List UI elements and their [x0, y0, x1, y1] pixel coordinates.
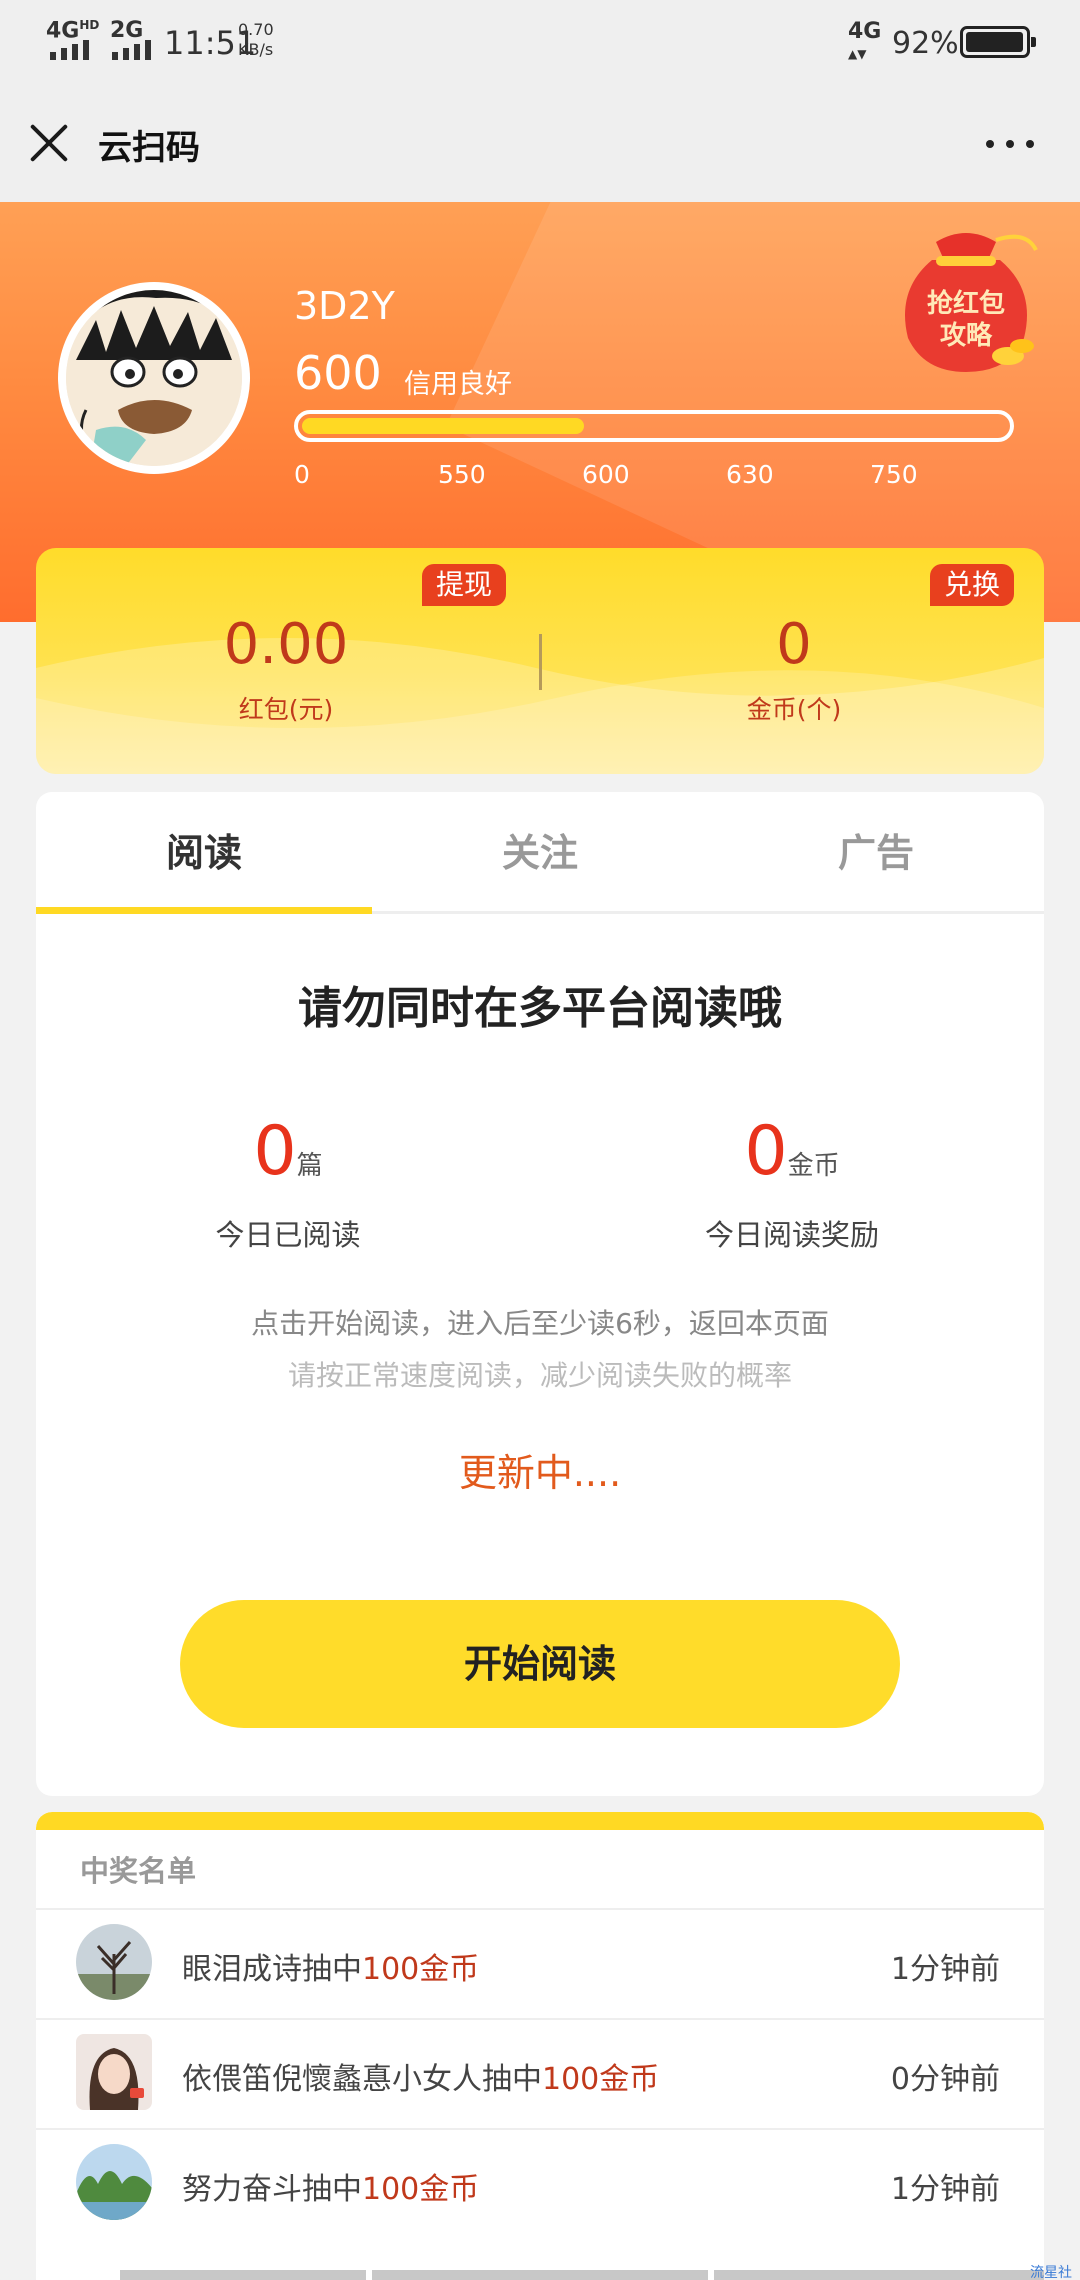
- task-card: 阅读 关注 广告 请勿同时在多平台阅读哦 0篇 今日已阅读 0金币 今日阅读奖励…: [36, 792, 1044, 1796]
- avatar: [76, 2034, 152, 2110]
- avatar: [76, 2144, 152, 2220]
- active-tab-indicator: [36, 907, 372, 914]
- winner-text: 努力奋斗抽中100金币: [182, 2172, 480, 2207]
- avatar: [76, 1924, 152, 2000]
- winner-text: 眼泪成诗抽中100金币: [182, 1952, 480, 1987]
- close-icon[interactable]: [26, 120, 72, 166]
- battery-icon: [960, 26, 1036, 58]
- status-bar: 4GHD 2G 11:51 0.70 KB/s 4G ▲▼ 92%: [0, 0, 1080, 84]
- tree-photo-icon: [76, 1924, 152, 2000]
- instruction-text: 点击开始阅读，进入后至少读6秒，返回本页面: [251, 1307, 829, 1340]
- read-unit: 篇: [296, 1151, 323, 1181]
- tick-label: 750: [870, 460, 918, 489]
- portrait-photo-icon: [76, 2034, 152, 2110]
- red-packet-label: 红包(元): [238, 695, 334, 724]
- reward-count: 0: [744, 1112, 788, 1191]
- today-read-stat: 0篇: [36, 1112, 540, 1191]
- credit-score: 600: [294, 346, 382, 400]
- update-status: 更新中....: [458, 1451, 622, 1495]
- coin-balance: 0: [776, 612, 812, 677]
- bottom-tab-bar: [372, 2270, 708, 2280]
- reward-label: 今日阅读奖励: [704, 1218, 879, 1252]
- network-4g-label: 4G ▲▼: [848, 19, 882, 62]
- start-reading-button[interactable]: 开始阅读: [180, 1600, 900, 1728]
- credit-progress-bar: [294, 410, 1014, 442]
- credit-ticks: 0 550 600 630 750: [294, 460, 1014, 490]
- winner-time: 1分钟前: [890, 2172, 1000, 2207]
- list-item: 努力奋斗抽中100金币 1分钟前: [36, 2128, 1044, 2238]
- red-packet-guide-button[interactable]: 抢红包 攻略: [876, 220, 1056, 380]
- read-count: 0: [253, 1112, 297, 1191]
- network-speed: 0.70 KB/s: [238, 20, 274, 59]
- winners-list: 中奖名单 眼泪成诗抽中100金币 1分钟前 依偎笛倪懷蠡惪小女人抽中100金币 …: [36, 1812, 1044, 2280]
- tab-follow[interactable]: 关注: [372, 792, 708, 914]
- svg-text:抢红包: 抢红包: [927, 288, 1005, 319]
- tab-ads[interactable]: 广告: [708, 792, 1044, 914]
- exchange-button[interactable]: 兑换: [930, 564, 1015, 606]
- red-packet-balance: 0.00: [223, 612, 349, 677]
- username: 3D2Y: [294, 284, 395, 328]
- tick-label: 550: [438, 460, 486, 489]
- credit-status: 信用良好: [404, 369, 512, 400]
- notice-heading: 请勿同时在多平台阅读哦: [298, 983, 782, 1034]
- anime-face-icon: [66, 290, 242, 466]
- read-label: 今日已阅读: [215, 1218, 361, 1252]
- list-item: 眼泪成诗抽中100金币 1分钟前: [36, 1908, 1044, 2018]
- signal-bars-icon: [50, 40, 89, 60]
- winner-time: 0分钟前: [890, 2062, 1000, 2097]
- bottom-tab-bar: [714, 2270, 1044, 2280]
- title-bar: 云扫码: [0, 84, 1080, 202]
- winners-top-strip: [36, 1812, 1044, 1830]
- reward-unit: 金币: [787, 1151, 840, 1181]
- winner-time: 1分钟前: [890, 1952, 1000, 1987]
- wallet-card: 提现 兑换 0.00 红包(元) 0 金币(个): [36, 548, 1044, 774]
- bottom-tab-bar: [120, 2270, 366, 2280]
- page-title: 云扫码: [98, 128, 200, 168]
- svg-text:攻略: 攻略: [940, 320, 993, 351]
- signal-bars-icon: [112, 40, 151, 60]
- watermark: 流星社区: [1030, 2265, 1072, 2280]
- battery-percent: 92%: [892, 26, 959, 61]
- landscape-photo-icon: [76, 2144, 152, 2220]
- red-packet-bag-icon: 抢红包 攻略: [905, 233, 1038, 372]
- credit-progress-fill: [302, 418, 584, 434]
- wallet-divider: [539, 634, 542, 690]
- tick-label: 600: [582, 460, 630, 489]
- withdraw-button[interactable]: 提现: [422, 564, 507, 606]
- tab-read[interactable]: 阅读: [36, 792, 372, 914]
- tick-label: 630: [726, 460, 774, 489]
- winners-title: 中奖名单: [80, 1854, 197, 1888]
- task-tabs: 阅读 关注 广告: [36, 792, 1044, 914]
- winner-text: 依偎笛倪懷蠡惪小女人抽中100金币: [182, 2062, 660, 2097]
- tick-label: 0: [294, 460, 310, 489]
- today-reward-stat: 0金币: [540, 1112, 1044, 1191]
- instruction-subtext: 请按正常速度阅读，减少阅读失败的概率: [287, 1359, 792, 1392]
- coin-label: 金币(个): [746, 695, 842, 724]
- more-dots-icon[interactable]: [986, 134, 1034, 154]
- avatar[interactable]: [58, 282, 250, 474]
- list-item: 依偎笛倪懷蠡惪小女人抽中100金币 0分钟前: [36, 2018, 1044, 2128]
